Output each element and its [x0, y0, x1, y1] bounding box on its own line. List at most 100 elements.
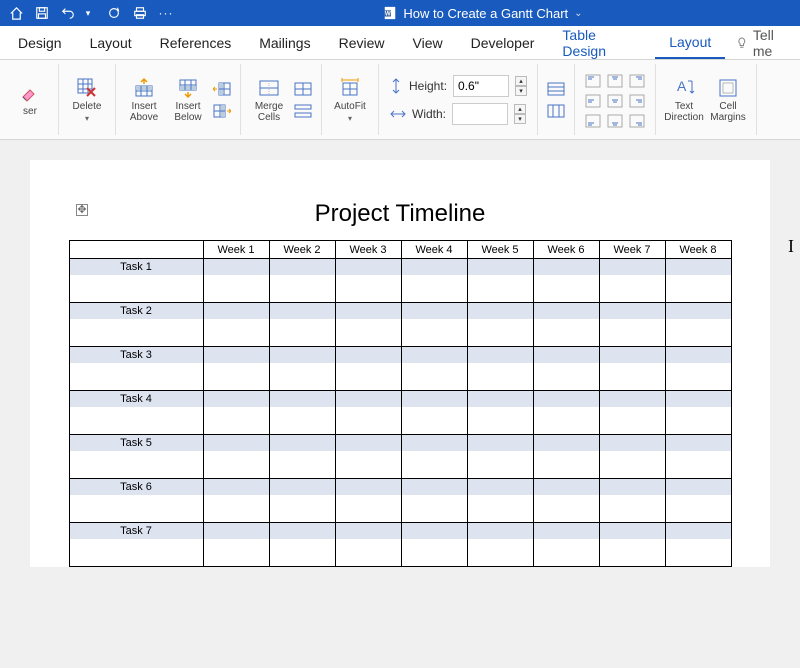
table-cell[interactable] — [599, 347, 665, 391]
column-header[interactable]: Week 5 — [467, 241, 533, 259]
insert-left-button[interactable] — [212, 79, 232, 99]
tab-mailings[interactable]: Mailings — [245, 26, 324, 59]
merge-cells-button[interactable]: Merge Cells — [249, 77, 289, 123]
table-cell[interactable] — [203, 435, 269, 479]
height-up-button[interactable]: ▴ — [515, 76, 527, 86]
column-header[interactable]: Week 8 — [665, 241, 731, 259]
align-top-right-button[interactable] — [627, 71, 647, 91]
align-top-left-button[interactable] — [583, 71, 603, 91]
table-cell[interactable] — [533, 391, 599, 435]
table-cell[interactable] — [269, 523, 335, 567]
insert-above-button[interactable]: Insert Above — [124, 77, 164, 123]
more-icon[interactable]: ··· — [158, 5, 174, 21]
table-cell[interactable] — [599, 479, 665, 523]
task-label-cell[interactable]: Task 4 — [69, 391, 203, 435]
align-mid-right-button[interactable] — [627, 91, 647, 111]
width-up-button[interactable]: ▴ — [514, 104, 526, 114]
table-cell[interactable] — [335, 391, 401, 435]
save-icon[interactable] — [34, 5, 50, 21]
page[interactable]: ✥ Project Timeline Week 1Week 2Week 3Wee… — [30, 160, 770, 567]
header-blank[interactable] — [69, 241, 203, 259]
document-area[interactable]: ✥ Project Timeline Week 1Week 2Week 3Wee… — [0, 140, 800, 668]
task-label-cell[interactable]: Task 2 — [69, 303, 203, 347]
home-icon[interactable] — [8, 5, 24, 21]
table-cell[interactable] — [533, 259, 599, 303]
table-cell[interactable] — [533, 347, 599, 391]
table-cell[interactable] — [533, 303, 599, 347]
tab-table-design[interactable]: Table Design — [548, 26, 655, 59]
cell-margins-button[interactable]: Cell Margins — [708, 77, 748, 123]
insert-right-button[interactable] — [212, 101, 232, 121]
table-cell[interactable] — [467, 391, 533, 435]
table-cell[interactable] — [401, 259, 467, 303]
table-move-handle[interactable]: ✥ — [76, 204, 88, 216]
table-cell[interactable] — [665, 435, 731, 479]
column-header[interactable]: Week 4 — [401, 241, 467, 259]
redo-icon[interactable] — [106, 5, 122, 21]
distribute-rows-button[interactable] — [546, 79, 566, 99]
column-header[interactable]: Week 6 — [533, 241, 599, 259]
table-cell[interactable] — [665, 347, 731, 391]
table-cell[interactable] — [533, 435, 599, 479]
table-cell[interactable] — [401, 479, 467, 523]
table-cell[interactable] — [203, 391, 269, 435]
align-top-center-button[interactable] — [605, 71, 625, 91]
tell-me[interactable]: Tell me — [735, 27, 796, 59]
align-bot-center-button[interactable] — [605, 111, 625, 131]
table-cell[interactable] — [401, 435, 467, 479]
task-label-cell[interactable]: Task 7 — [69, 523, 203, 567]
gantt-table[interactable]: Week 1Week 2Week 3Week 4Week 5Week 6Week… — [69, 240, 732, 567]
column-header[interactable]: Week 1 — [203, 241, 269, 259]
page-title[interactable]: Project Timeline — [30, 200, 770, 228]
table-cell[interactable] — [665, 303, 731, 347]
table-cell[interactable] — [335, 259, 401, 303]
height-input[interactable] — [453, 75, 509, 97]
undo-chevron-icon[interactable]: ▾ — [80, 5, 96, 21]
column-header[interactable]: Week 7 — [599, 241, 665, 259]
eraser-button[interactable]: ser — [10, 82, 50, 117]
table-cell[interactable] — [401, 347, 467, 391]
print-icon[interactable] — [132, 5, 148, 21]
table-cell[interactable] — [401, 303, 467, 347]
table-cell[interactable] — [467, 347, 533, 391]
table-cell[interactable] — [401, 391, 467, 435]
table-cell[interactable] — [269, 391, 335, 435]
delete-button[interactable]: Delete ▾ — [67, 77, 107, 123]
table-cell[interactable] — [203, 347, 269, 391]
tab-view[interactable]: View — [399, 26, 457, 59]
task-label-cell[interactable]: Task 5 — [69, 435, 203, 479]
tab-references[interactable]: References — [146, 26, 246, 59]
table-cell[interactable] — [599, 303, 665, 347]
text-direction-button[interactable]: A Text Direction — [664, 77, 704, 123]
tab-developer[interactable]: Developer — [457, 26, 549, 59]
autofit-button[interactable]: AutoFit ▾ — [330, 77, 370, 123]
width-input[interactable] — [452, 103, 508, 125]
table-cell[interactable] — [599, 435, 665, 479]
title-chevron-icon[interactable]: ⌄ — [574, 8, 582, 19]
table-cell[interactable] — [269, 303, 335, 347]
width-down-button[interactable]: ▾ — [514, 114, 526, 124]
table-cell[interactable] — [203, 523, 269, 567]
tab-review[interactable]: Review — [325, 26, 399, 59]
align-mid-left-button[interactable] — [583, 91, 603, 111]
table-cell[interactable] — [335, 347, 401, 391]
table-cell[interactable] — [665, 259, 731, 303]
tab-layout-page[interactable]: Layout — [76, 26, 146, 59]
table-cell[interactable] — [269, 479, 335, 523]
table-cell[interactable] — [599, 259, 665, 303]
table-cell[interactable] — [335, 435, 401, 479]
table-cell[interactable] — [665, 523, 731, 567]
table-cell[interactable] — [269, 347, 335, 391]
table-cell[interactable] — [533, 523, 599, 567]
table-cell[interactable] — [335, 479, 401, 523]
tab-design[interactable]: Design — [4, 26, 76, 59]
table-cell[interactable] — [335, 523, 401, 567]
table-cell[interactable] — [467, 435, 533, 479]
table-cell[interactable] — [533, 479, 599, 523]
task-label-cell[interactable]: Task 1 — [69, 259, 203, 303]
task-label-cell[interactable]: Task 3 — [69, 347, 203, 391]
table-cell[interactable] — [335, 303, 401, 347]
table-cell[interactable] — [269, 435, 335, 479]
insert-below-button[interactable]: Insert Below — [168, 77, 208, 123]
table-cell[interactable] — [401, 523, 467, 567]
